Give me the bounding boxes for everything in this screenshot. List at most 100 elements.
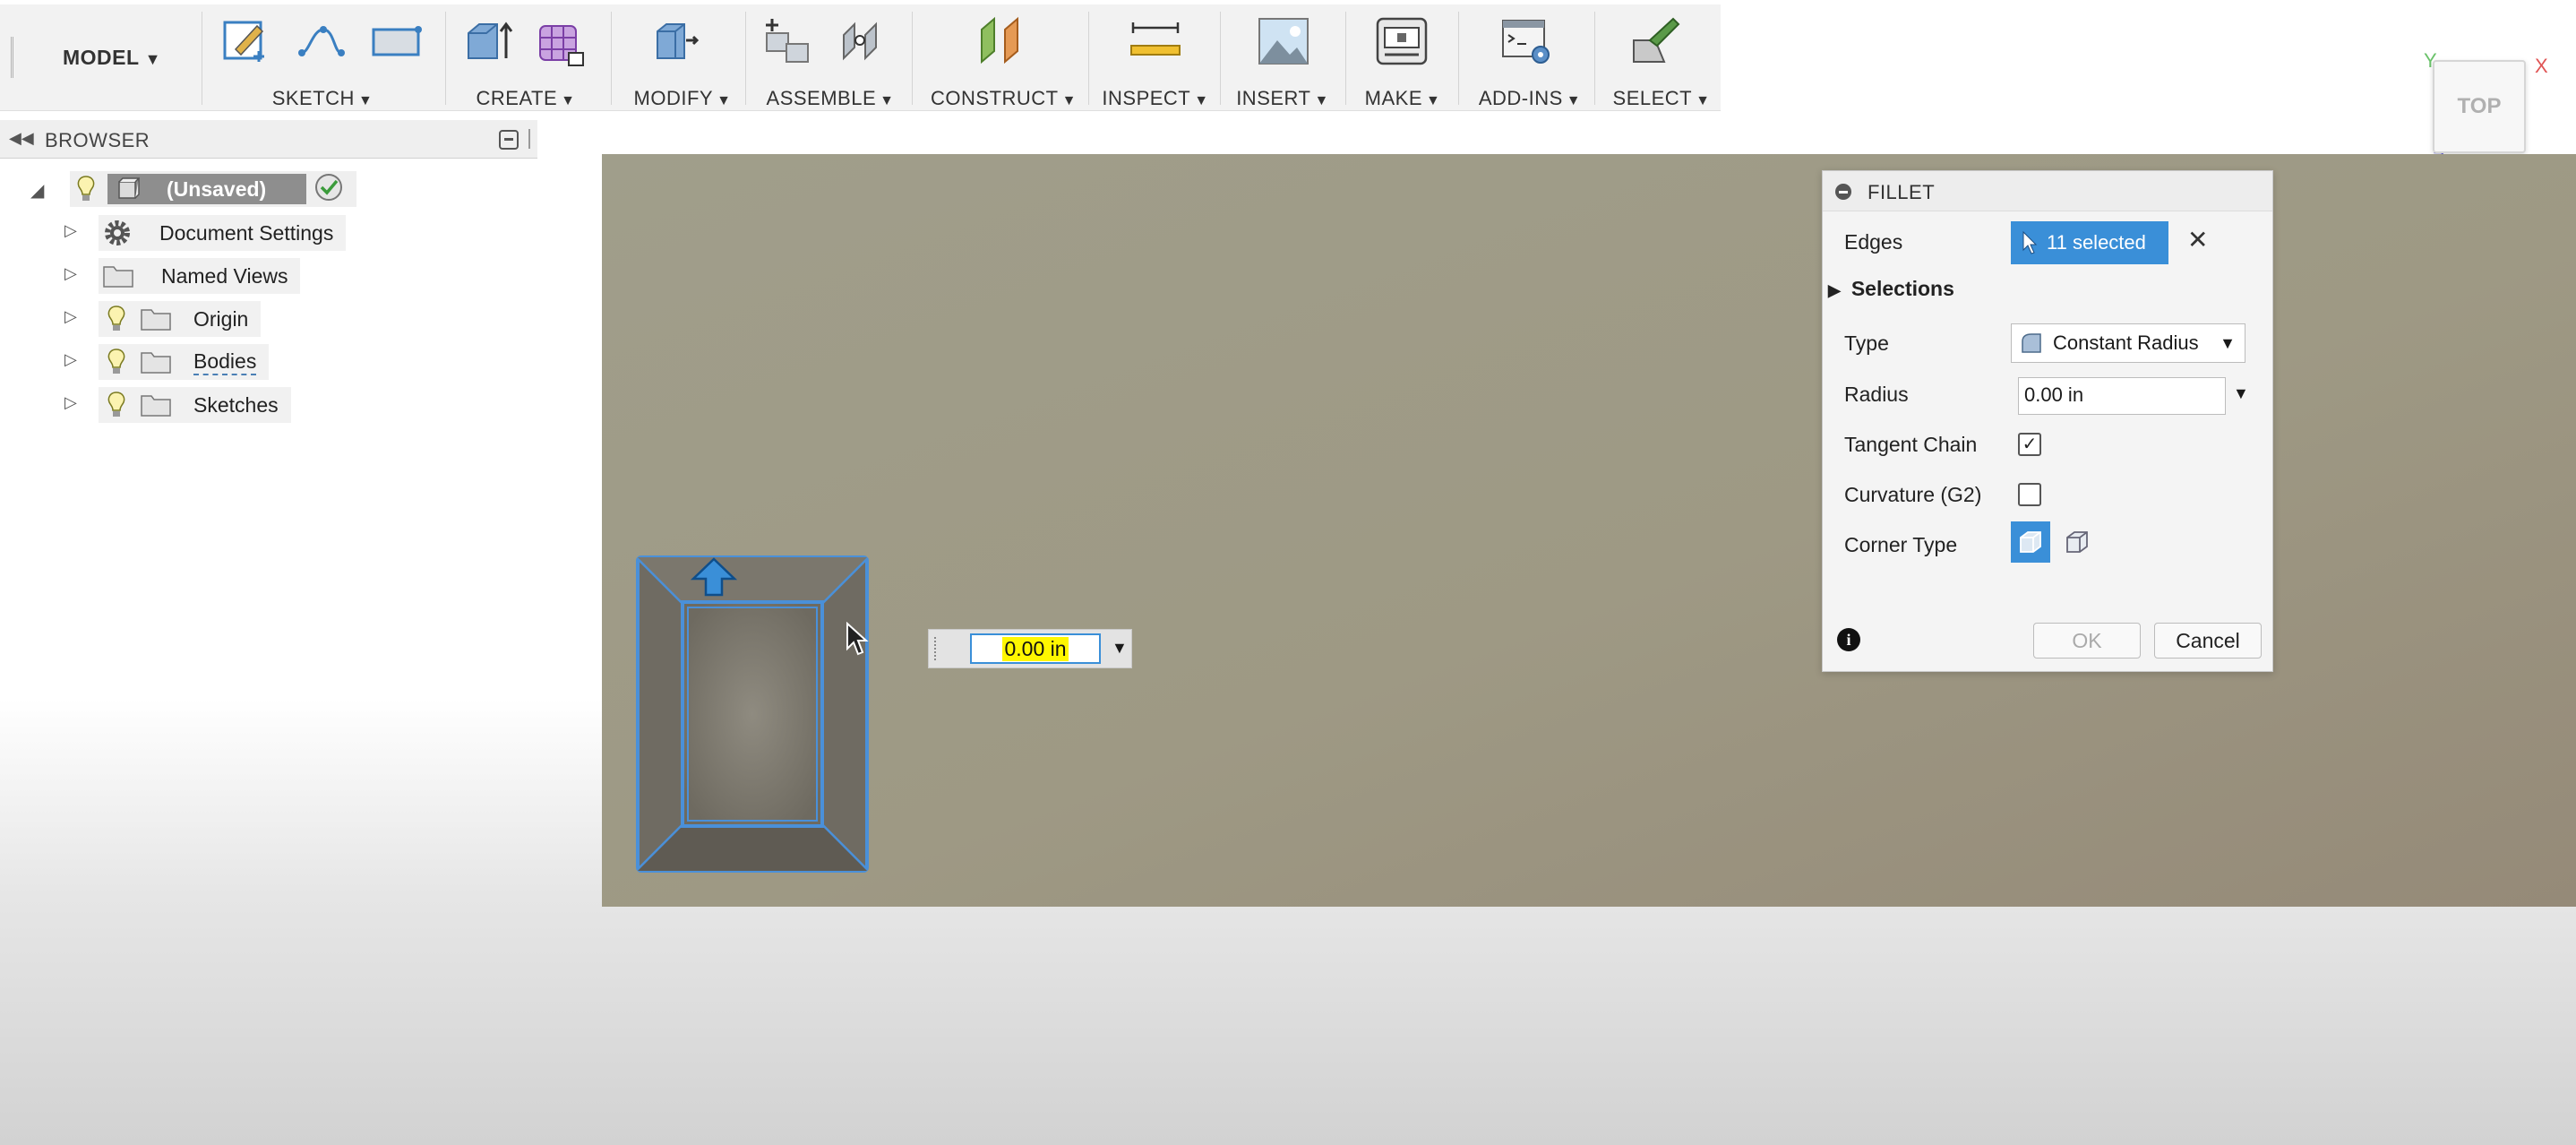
edges-selected-count: 11 selected	[2047, 231, 2146, 254]
measure-icon	[1130, 22, 1181, 56]
create-menu[interactable]: CREATE ▼	[454, 87, 597, 110]
radius-manipulator[interactable]: 0.00 in ▼	[928, 629, 1132, 668]
viewcube[interactable]: Y X Z TOP	[2418, 49, 2553, 170]
cancel-button[interactable]: Cancel	[2154, 623, 2262, 659]
measure-tool[interactable]	[1128, 13, 1183, 69]
corner-type-rolling-ball-button[interactable]	[2011, 521, 2050, 563]
select-label: SELECT	[1612, 87, 1693, 109]
selections-section-toggle[interactable]: ▶ Selections	[1828, 277, 1954, 301]
toolbar-divider	[1220, 12, 1221, 105]
corner-type-label: Corner Type	[1844, 533, 1958, 556]
sketch-menu[interactable]: SKETCH ▼	[210, 87, 434, 110]
assemble-menu[interactable]: ASSEMBLE ▼	[754, 87, 906, 110]
new-component-tool[interactable]	[760, 13, 815, 69]
minimize-browser-button[interactable]	[499, 130, 519, 150]
joint-tool[interactable]	[835, 13, 890, 69]
caret-down-icon: ▼	[2220, 333, 2236, 352]
folder-icon	[102, 263, 134, 288]
named-views-node[interactable]: Named Views	[99, 258, 301, 294]
caret-down-icon: ▼	[1566, 93, 1582, 108]
corner-type-setback-button[interactable]	[2057, 521, 2097, 563]
lightbulb-icon[interactable]	[106, 348, 127, 376]
curvature-label: Curvature (G2)	[1844, 483, 1982, 506]
lightbulb-icon[interactable]	[75, 175, 97, 203]
expand-triangle-icon[interactable]: ▷	[64, 221, 77, 240]
curvature-checkbox[interactable]	[2018, 483, 2041, 506]
workspace-switcher[interactable]: MODEL ▼	[63, 46, 161, 70]
toolbar-grip[interactable]	[11, 37, 21, 78]
expand-triangle-icon[interactable]: ▷	[64, 307, 77, 326]
minimize-dialog-icon[interactable]	[1835, 184, 1851, 200]
collapse-browser-icon[interactable]: ◀◀	[9, 129, 34, 148]
fillet-dialog-header[interactable]: FILLET	[1823, 171, 2272, 211]
inspect-menu[interactable]: INSPECT ▼	[1097, 87, 1214, 110]
caret-down-icon: ▼	[880, 93, 895, 108]
make-menu[interactable]: MAKE ▼	[1354, 87, 1451, 110]
origin-label: Origin	[193, 306, 249, 331]
caret-down-icon: ▼	[1061, 93, 1077, 108]
document-settings-node[interactable]: Document Settings	[99, 215, 347, 251]
make-group: MAKE ▼	[1354, 4, 1451, 110]
expand-triangle-icon[interactable]: ▷	[64, 393, 77, 412]
select-menu[interactable]: SELECT ▼	[1603, 87, 1720, 110]
rolling-ball-corner-icon	[2020, 531, 2041, 553]
model-body[interactable]	[636, 555, 869, 874]
manipulator-arrow-icon[interactable]	[686, 555, 742, 600]
sketches-node[interactable]: Sketches	[99, 387, 291, 423]
joint-icon	[843, 22, 877, 61]
form-tool[interactable]	[533, 13, 588, 69]
radius-units-caret-icon[interactable]: ▼	[2233, 384, 2249, 403]
insert-image-tool[interactable]	[1256, 13, 1311, 69]
extrude-tool[interactable]	[461, 13, 517, 69]
edges-label: Edges	[1844, 230, 1903, 254]
tangent-chain-label: Tangent Chain	[1844, 433, 1978, 456]
clear-selection-button[interactable]: ✕	[2187, 225, 2208, 254]
radius-manipulator-input[interactable]: 0.00 in	[970, 633, 1101, 664]
offset-plane-tool[interactable]	[975, 13, 1030, 69]
lightbulb-icon[interactable]	[106, 305, 127, 333]
type-dropdown[interactable]: Constant Radius ▼	[2011, 323, 2245, 363]
rectangle-tool[interactable]	[368, 13, 424, 69]
sketch-group: SKETCH ▼	[210, 4, 434, 110]
expanded-triangle-icon[interactable]: ◢	[30, 179, 44, 202]
ok-button[interactable]: OK	[2033, 623, 2141, 659]
expand-triangle-icon[interactable]: ▷	[64, 264, 77, 283]
root-label-box: (Unsaved)	[107, 174, 306, 204]
root-node[interactable]: (Unsaved)	[70, 171, 356, 207]
folder-icon	[140, 392, 172, 418]
info-icon[interactable]: i	[1837, 628, 1860, 651]
tangent-chain-checkbox[interactable]: ✓	[2018, 433, 2041, 456]
edges-selection-button[interactable]: 11 selected	[2011, 221, 2168, 264]
scripts-addins-tool[interactable]	[1499, 13, 1555, 69]
expand-triangle-icon[interactable]: ▷	[64, 350, 77, 369]
3d-print-icon	[1376, 17, 1428, 65]
origin-node[interactable]: Origin	[99, 301, 262, 337]
select-tool[interactable]	[1628, 13, 1684, 69]
insert-menu[interactable]: INSERT ▼	[1229, 87, 1336, 110]
caret-down-icon[interactable]: ▼	[1112, 639, 1128, 658]
viewcube-top-face[interactable]: TOP	[2433, 60, 2526, 153]
addins-menu[interactable]: ADD-INS ▼	[1467, 87, 1593, 110]
3d-viewport[interactable]	[602, 154, 2576, 907]
lightbulb-icon[interactable]	[106, 391, 127, 419]
3d-print-tool[interactable]	[1374, 13, 1430, 69]
activate-check-icon[interactable]	[313, 172, 344, 207]
create-sketch-tool[interactable]	[218, 13, 273, 69]
shelled-box-graphic	[636, 555, 869, 873]
selections-label: Selections	[1850, 277, 1954, 300]
bodies-node[interactable]: Bodies	[99, 344, 270, 380]
construct-menu[interactable]: CONSTRUCT ▼	[921, 87, 1086, 110]
radius-input[interactable]: 0.00 in	[2018, 377, 2226, 415]
modify-menu[interactable]: MODIFY ▼	[620, 87, 745, 110]
create-label: CREATE	[476, 87, 558, 109]
browser-resize-handle[interactable]	[528, 129, 534, 149]
image-icon	[1258, 18, 1309, 65]
press-pull-tool[interactable]	[647, 13, 702, 69]
extrude-icon	[468, 22, 513, 59]
arc-tool[interactable]	[293, 13, 348, 69]
sketches-label: Sketches	[193, 392, 279, 417]
inspect-label: INSPECT	[1102, 87, 1191, 109]
bodies-label: Bodies	[193, 349, 257, 375]
scripts-icon	[1502, 20, 1550, 64]
drag-handle[interactable]	[934, 637, 941, 660]
